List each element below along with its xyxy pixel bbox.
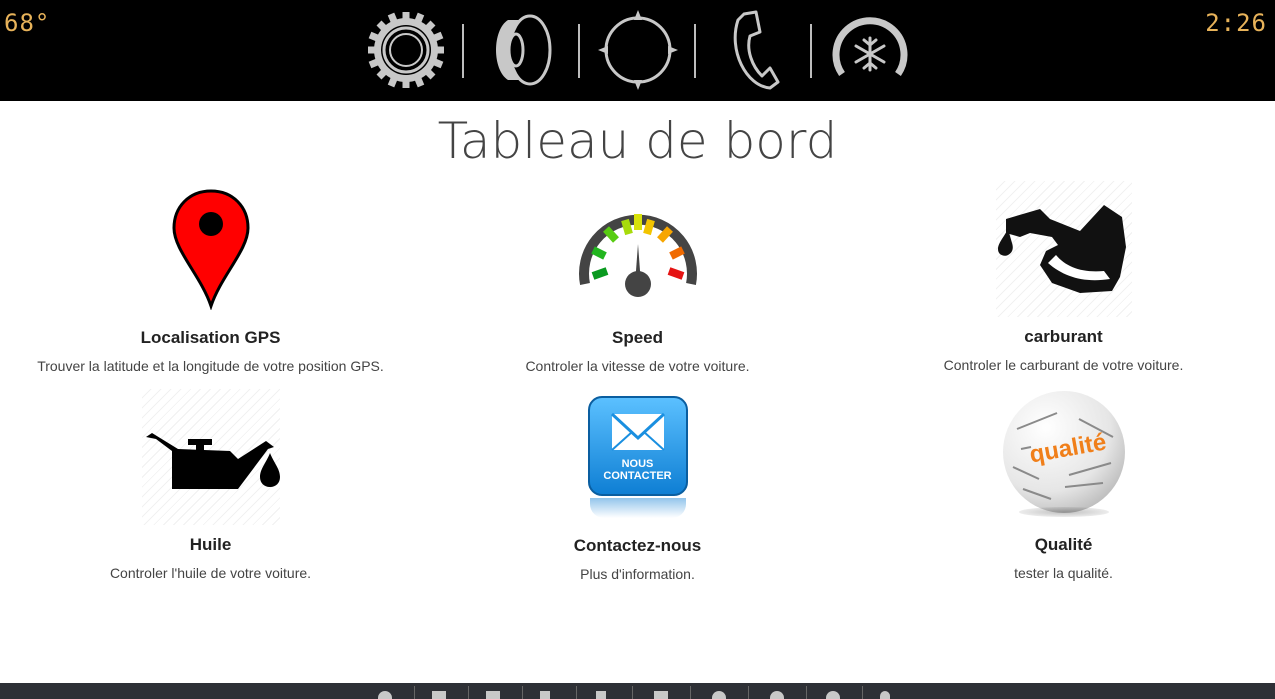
toolbar-divider	[690, 686, 691, 699]
navigation-compass-icon[interactable]	[598, 10, 678, 90]
nav-divider	[810, 24, 812, 78]
toolbar-divider	[468, 686, 469, 699]
phone-icon[interactable]	[716, 10, 796, 90]
toolbar-divider	[632, 686, 633, 699]
card-description: Plus d'information.	[580, 566, 695, 582]
card-title: Speed	[611, 328, 664, 347]
temperature-readout: 68°	[4, 9, 51, 37]
speedometer-icon	[575, 198, 701, 302]
card-description: tester la qualité.	[1014, 565, 1113, 581]
nav-divider	[462, 24, 464, 78]
mail-badge-line: CONTACTER	[603, 470, 672, 482]
toolbar-divider	[414, 686, 415, 699]
toolbar-button-icon[interactable]	[654, 691, 668, 699]
toolbar-divider	[748, 686, 749, 699]
mail-contact-icon: NOUS CONTACTER	[587, 396, 688, 526]
toolbar-button-icon[interactable]	[596, 691, 606, 699]
card-description: Trouver la latitude et la longitude de v…	[37, 358, 384, 374]
map-pin-icon	[171, 188, 251, 311]
toolbar-button-icon[interactable]	[540, 691, 550, 699]
card-description: Controler l'huile de votre voiture.	[109, 565, 312, 581]
card-speed[interactable]: Speed Controler la vitesse de votre voit…	[425, 198, 850, 374]
mail-badge-text: NOUS CONTACTER	[588, 458, 688, 482]
card-title: carburant	[1024, 327, 1103, 346]
card-title: Huile	[189, 535, 232, 554]
card-title: Qualité	[1034, 535, 1093, 554]
fuel-pump-icon	[995, 181, 1132, 317]
card-title: Localisation GPS	[140, 328, 281, 347]
nav-divider	[694, 24, 696, 78]
card-title: Contactez-nous	[573, 536, 702, 555]
bottom-toolbar	[0, 683, 1275, 699]
climate-snowflake-icon[interactable]	[830, 10, 910, 90]
page-title: Tableau de bord	[437, 112, 838, 170]
toolbar-divider	[576, 686, 577, 699]
toolbar-divider	[862, 686, 863, 699]
toolbar-button-icon[interactable]	[770, 691, 784, 699]
oil-can-icon	[141, 389, 280, 525]
card-carburant[interactable]: carburant Controler le carburant de votr…	[851, 181, 1275, 373]
settings-gear-icon[interactable]	[366, 10, 446, 90]
toolbar-button-icon[interactable]	[880, 691, 890, 699]
card-huile[interactable]: Huile Controler l'huile de votre voiture…	[0, 389, 423, 581]
clock-readout: 2:26	[1205, 9, 1267, 37]
toolbar-divider	[806, 686, 807, 699]
card-description: Controler la vitesse de votre voiture.	[525, 358, 750, 374]
toolbar-button-icon[interactable]	[486, 691, 500, 699]
nav-divider	[578, 24, 580, 78]
quality-sphere-icon: qualité	[999, 389, 1129, 525]
card-contactez-nous[interactable]: NOUS CONTACTER Contactez-nous Plus d'inf…	[425, 396, 850, 582]
speaker-icon[interactable]	[482, 10, 562, 90]
toolbar-button-icon[interactable]	[432, 691, 446, 699]
toolbar-button-icon[interactable]	[378, 691, 392, 699]
card-localisation-gps[interactable]: Localisation GPS Trouver la latitude et …	[0, 188, 423, 374]
toolbar-divider	[522, 686, 523, 699]
mail-badge-line: NOUS	[621, 458, 654, 470]
toolbar-button-icon[interactable]	[712, 691, 726, 699]
card-description: Controler le carburant de votre voiture.	[943, 357, 1184, 373]
toolbar-button-icon[interactable]	[826, 691, 840, 699]
top-status-bar: 68° 2:26	[0, 0, 1275, 101]
card-qualite[interactable]: qualité Qualité tester la qualité.	[851, 389, 1275, 581]
